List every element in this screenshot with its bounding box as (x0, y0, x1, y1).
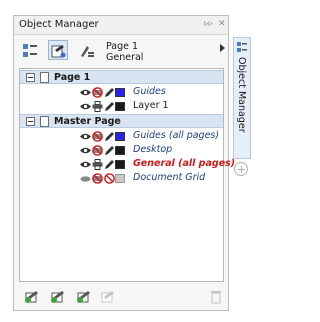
layer-row-general-all-pages[interactable]: General (all pages) (20, 158, 235, 171)
pencil-icon[interactable] (104, 131, 115, 142)
eye-icon[interactable] (80, 159, 91, 170)
new-layer-disabled-icon[interactable] (100, 288, 116, 304)
no-print-icon[interactable] (92, 87, 103, 98)
layer-color-swatch[interactable] (115, 160, 125, 169)
layer-row-guides-all-pages[interactable]: Guides (all pages) (20, 130, 223, 143)
printer-icon[interactable] (92, 159, 103, 170)
add-docker-button[interactable] (234, 162, 248, 176)
group-label: Page 1 (54, 72, 91, 83)
close-icon[interactable]: ✕ (218, 19, 226, 29)
layer-color-swatch[interactable] (115, 174, 125, 183)
panel-title: Object Manager (19, 19, 99, 30)
current-page-selector[interactable]: Page 1 General (106, 41, 143, 63)
panel-titlebar: Object Manager ▹▹ ✕ (14, 16, 228, 35)
layer-name: Desktop (133, 144, 173, 155)
layer-color-swatch[interactable] (115, 132, 125, 141)
pencil-icon[interactable] (104, 159, 115, 170)
panel-bottom-toolbar (14, 282, 228, 310)
eye-icon[interactable] (80, 131, 91, 142)
hidden-eye-icon[interactable] (80, 173, 91, 184)
edit-across-layers-icon (51, 45, 66, 58)
layer-manager-view-icon (81, 46, 94, 57)
delete-trash-icon[interactable] (208, 288, 224, 304)
layer-name: Guides (133, 86, 166, 97)
layer-color-swatch[interactable] (115, 146, 125, 155)
eye-icon[interactable] (80, 101, 91, 112)
page-icon (40, 116, 49, 127)
layer-tree: Page 1 Guides Layer 1 Master Page Guides… (19, 68, 235, 282)
page-menu-arrow-icon[interactable] (220, 44, 225, 52)
page-icon (40, 72, 49, 83)
pencil-icon[interactable] (104, 145, 115, 156)
layer-name: Guides (all pages) (133, 130, 220, 141)
new-layer-icon[interactable] (24, 288, 40, 304)
layer-color-swatch[interactable] (115, 88, 125, 97)
edit-across-layers-button[interactable] (48, 40, 68, 60)
collapse-toggle-icon[interactable] (26, 117, 35, 126)
new-master-layer-icon[interactable] (50, 288, 66, 304)
layer-name: Document Grid (133, 172, 206, 183)
new-master-layer-all-pages-icon[interactable] (76, 288, 92, 304)
group-label: Master Page (54, 116, 121, 127)
layer-row-document-grid[interactable]: Document Grid (20, 172, 223, 185)
side-tab-label: Object Manager (236, 57, 247, 133)
pencil-icon[interactable] (104, 87, 115, 98)
current-page-name: Page 1 (106, 41, 139, 52)
layer-color-swatch[interactable] (115, 102, 125, 111)
no-print-icon[interactable] (92, 131, 103, 142)
tree-group-page-1[interactable]: Page 1 (20, 70, 223, 84)
printer-icon[interactable] (92, 101, 103, 112)
layer-name: Layer 1 (133, 100, 169, 111)
object-properties-icon (23, 44, 37, 57)
layer-row-desktop[interactable]: Desktop (20, 144, 223, 157)
pencil-icon[interactable] (104, 101, 115, 112)
dock-icon[interactable]: ▹▹ (204, 19, 213, 29)
no-print-icon[interactable] (92, 145, 103, 156)
no-print-icon[interactable] (92, 173, 103, 184)
panel-toolbar: Page 1 General (14, 36, 228, 66)
tree-group-master-page[interactable]: Master Page (20, 114, 223, 128)
layer-name: General (all pages) (133, 158, 236, 169)
show-object-properties-button[interactable] (19, 40, 39, 60)
collapse-toggle-icon[interactable] (26, 73, 35, 82)
locked-edit-icon[interactable] (104, 173, 115, 184)
object-manager-tab-icon (237, 42, 247, 52)
eye-icon[interactable] (80, 87, 91, 98)
object-manager-panel: Object Manager ▹▹ ✕ Page 1 General Page … (13, 15, 235, 311)
layer-row-layer-1[interactable]: Layer 1 (20, 100, 223, 113)
layer-manager-view-button[interactable] (76, 40, 96, 60)
current-layer-name: General (106, 52, 144, 63)
eye-icon[interactable] (80, 145, 91, 156)
layer-row-guides[interactable]: Guides (20, 86, 223, 99)
